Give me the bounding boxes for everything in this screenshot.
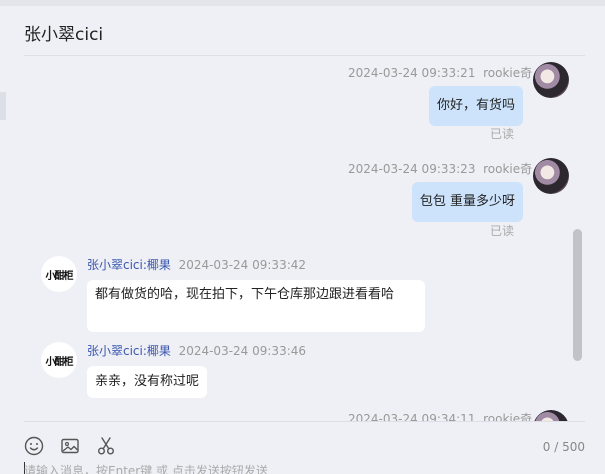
message-list[interactable]: 2024-03-24 09:33:21 rookie奇 你好，有货吗 已读 20…	[0, 56, 605, 421]
message-bubble[interactable]: 你好，有货吗	[428, 86, 523, 126]
message-time: 2024-03-24 09:33:42	[178, 258, 307, 272]
chat-title: 张小翠cici	[24, 25, 104, 45]
message-meta: 张小翠cici:椰果 2024-03-24 09:33:42	[87, 256, 306, 273]
avatar[interactable]	[533, 158, 569, 194]
message-bubble[interactable]: 亲亲，没有称过呢	[87, 366, 208, 398]
input-divider	[24, 421, 585, 422]
message-time: 2024-03-24 09:34:11	[348, 412, 476, 421]
scrollbar-thumb[interactable]	[573, 229, 582, 361]
read-status: 已读	[490, 127, 515, 141]
message-meta: 2024-03-24 09:34:11 rookie奇	[348, 410, 532, 421]
message-bubble[interactable]: 包包 重量多少呀	[411, 182, 523, 222]
avatar[interactable]	[533, 62, 569, 98]
message-meta: 2024-03-24 09:33:21 rookie奇	[348, 64, 532, 81]
avatar[interactable]: 小酣柜	[41, 256, 77, 292]
message-sender: rookie奇	[483, 412, 533, 421]
image-icon[interactable]	[60, 436, 80, 456]
character-counter: 0 / 500	[542, 440, 585, 454]
message-sender[interactable]: 张小翠cici:椰果	[87, 258, 171, 272]
message-meta: 2024-03-24 09:33:23 rookie奇	[348, 160, 532, 177]
message-bubble[interactable]: 都有做货的哈，现在拍下，下午仓库那边跟进看看哈	[87, 280, 425, 332]
read-status: 已读	[490, 224, 515, 238]
message-meta: 张小翠cici:椰果 2024-03-24 09:33:46	[87, 342, 306, 359]
message-time: 2024-03-24 09:33:23	[348, 162, 476, 176]
message-input[interactable]	[24, 463, 584, 474]
emoji-icon[interactable]	[24, 436, 44, 456]
top-strip	[0, 0, 605, 6]
avatar[interactable]	[533, 410, 569, 421]
message-time: 2024-03-24 09:33:46	[178, 344, 307, 358]
message-sender: rookie奇	[483, 66, 533, 80]
message-sender[interactable]: 张小翠cici:椰果	[87, 344, 171, 358]
message-time: 2024-03-24 09:33:21	[348, 66, 476, 80]
scissors-icon[interactable]	[96, 436, 116, 456]
input-toolbar	[24, 436, 116, 456]
message-sender: rookie奇	[483, 162, 533, 176]
avatar[interactable]: 小酣柜	[41, 342, 77, 378]
